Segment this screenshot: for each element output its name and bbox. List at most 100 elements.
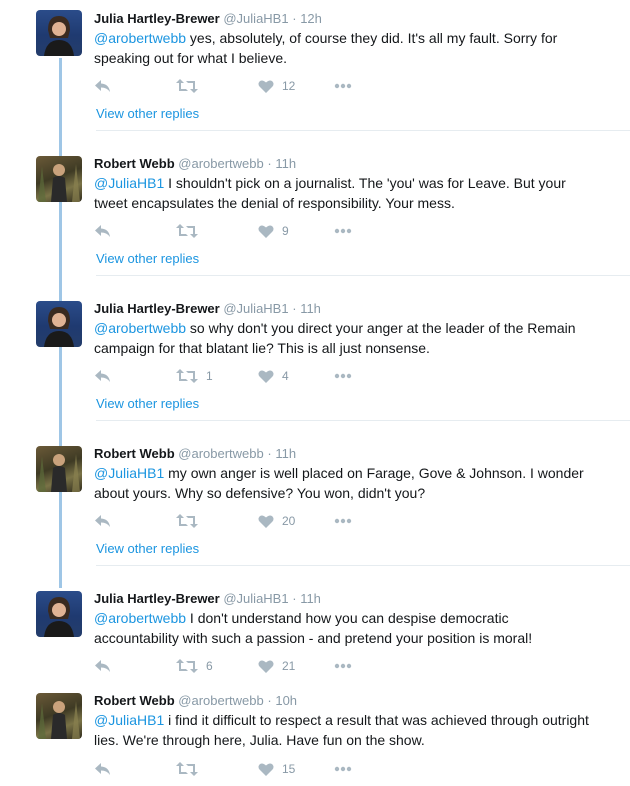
reply-button[interactable] xyxy=(94,657,112,675)
author-name[interactable]: Robert Webb xyxy=(94,446,175,461)
tweet-body: i find it difficult to respect a result … xyxy=(94,712,589,748)
tweet-actions: 9 xyxy=(94,222,394,240)
like-button[interactable]: 21 xyxy=(258,657,295,675)
more-button[interactable] xyxy=(334,657,352,675)
mention-link[interactable]: @arobertwebb xyxy=(94,320,186,336)
view-other-replies-link[interactable]: View other replies xyxy=(96,106,199,121)
divider xyxy=(96,565,630,566)
heart-icon xyxy=(258,762,274,776)
tweet-text: @JuliaHB1 my own anger is well placed on… xyxy=(94,463,594,503)
reply-button[interactable] xyxy=(94,222,112,240)
divider xyxy=(96,420,630,421)
divider xyxy=(96,130,630,131)
retweet-button[interactable]: 6 xyxy=(176,657,213,675)
like-button[interactable]: 15 xyxy=(258,760,295,778)
like-count: 12 xyxy=(282,79,296,93)
more-icon xyxy=(334,228,352,234)
author-handle[interactable]: @arobertwebb xyxy=(178,693,263,708)
reply-button[interactable] xyxy=(94,512,112,530)
mention-link[interactable]: @JuliaHB1 xyxy=(94,175,164,191)
reply-button[interactable] xyxy=(94,760,112,778)
like-count: 4 xyxy=(282,369,289,383)
like-button[interactable]: 20 xyxy=(258,512,295,530)
retweet-count: 1 xyxy=(206,369,213,383)
tweet-text: @arobertwebb yes, absolutely, of course … xyxy=(94,28,594,68)
tweet-header: Robert Webb @arobertwebb · 11h xyxy=(94,446,296,461)
mention-link[interactable]: @JuliaHB1 xyxy=(94,712,164,728)
reply-icon xyxy=(95,515,110,527)
timestamp[interactable]: 11h xyxy=(275,446,296,461)
timestamp[interactable]: 11h xyxy=(300,301,321,316)
avatar[interactable] xyxy=(36,591,82,637)
separator-dot: · xyxy=(292,11,297,26)
retweet-icon xyxy=(176,79,198,93)
author-name[interactable]: Julia Hartley-Brewer xyxy=(94,301,220,316)
timestamp[interactable]: 10h xyxy=(275,693,297,708)
tweet-header: Julia Hartley-Brewer @JuliaHB1 · 11h xyxy=(94,301,321,316)
retweet-icon xyxy=(176,224,198,238)
like-button[interactable]: 4 xyxy=(258,367,289,385)
author-name[interactable]: Robert Webb xyxy=(94,156,175,171)
retweet-icon xyxy=(176,369,198,383)
tweet-actions: 20 xyxy=(94,512,394,530)
more-button[interactable] xyxy=(334,367,352,385)
more-button[interactable] xyxy=(334,77,352,95)
retweet-button[interactable] xyxy=(176,512,206,530)
tweet-header: Robert Webb @arobertwebb · 10h xyxy=(94,693,297,708)
retweet-button[interactable] xyxy=(176,760,206,778)
view-other-replies-link[interactable]: View other replies xyxy=(96,541,199,556)
avatar[interactable] xyxy=(36,301,82,347)
author-handle[interactable]: @arobertwebb xyxy=(178,156,263,171)
author-name[interactable]: Julia Hartley-Brewer xyxy=(94,591,220,606)
retweet-button[interactable] xyxy=(176,77,206,95)
retweet-button[interactable]: 1 xyxy=(176,367,213,385)
more-button[interactable] xyxy=(334,222,352,240)
author-name[interactable]: Julia Hartley-Brewer xyxy=(94,11,220,26)
mention-link[interactable]: @JuliaHB1 xyxy=(94,465,164,481)
author-name[interactable]: Robert Webb xyxy=(94,693,175,708)
retweet-button[interactable] xyxy=(176,222,206,240)
separator-dot: · xyxy=(292,591,297,606)
tweet-actions: 6 21 xyxy=(94,657,394,675)
view-other-replies-link[interactable]: View other replies xyxy=(96,251,199,266)
avatar[interactable] xyxy=(36,156,82,202)
tweet-header: Julia Hartley-Brewer @JuliaHB1 · 12h xyxy=(94,11,322,26)
view-other-replies-link[interactable]: View other replies xyxy=(96,396,199,411)
timestamp[interactable]: 11h xyxy=(300,591,321,606)
reply-button[interactable] xyxy=(94,367,112,385)
author-handle[interactable]: @arobertwebb xyxy=(178,446,263,461)
separator-dot: · xyxy=(292,301,297,316)
tweet-header: Julia Hartley-Brewer @JuliaHB1 · 11h xyxy=(94,591,321,606)
more-icon xyxy=(334,518,352,524)
more-icon xyxy=(334,663,352,669)
author-handle[interactable]: @JuliaHB1 xyxy=(223,11,288,26)
timestamp[interactable]: 12h xyxy=(300,11,322,26)
avatar[interactable] xyxy=(36,10,82,56)
tweet-body: my own anger is well placed on Farage, G… xyxy=(94,465,584,501)
retweet-icon xyxy=(176,659,198,673)
heart-icon xyxy=(258,369,274,383)
separator-dot: · xyxy=(267,693,272,708)
avatar[interactable] xyxy=(36,693,82,739)
like-button[interactable]: 9 xyxy=(258,222,289,240)
mention-link[interactable]: @arobertwebb xyxy=(94,610,186,626)
like-count: 21 xyxy=(282,659,296,673)
tweet-actions: 1 4 xyxy=(94,367,394,385)
more-icon xyxy=(334,83,352,89)
separator-dot: · xyxy=(267,156,272,171)
like-count: 20 xyxy=(282,514,296,528)
retweet-icon xyxy=(176,762,198,776)
more-button[interactable] xyxy=(334,512,352,530)
timestamp[interactable]: 11h xyxy=(275,156,296,171)
avatar[interactable] xyxy=(36,446,82,492)
tweet-text: @arobertwebb so why don't you direct you… xyxy=(94,318,594,358)
author-handle[interactable]: @JuliaHB1 xyxy=(223,301,288,316)
like-button[interactable]: 12 xyxy=(258,77,295,95)
like-count: 9 xyxy=(282,224,289,238)
more-button[interactable] xyxy=(334,760,352,778)
mention-link[interactable]: @arobertwebb xyxy=(94,30,186,46)
retweet-icon xyxy=(176,514,198,528)
author-handle[interactable]: @JuliaHB1 xyxy=(223,591,288,606)
reply-button[interactable] xyxy=(94,77,112,95)
tweet-actions: 15 xyxy=(94,760,394,778)
